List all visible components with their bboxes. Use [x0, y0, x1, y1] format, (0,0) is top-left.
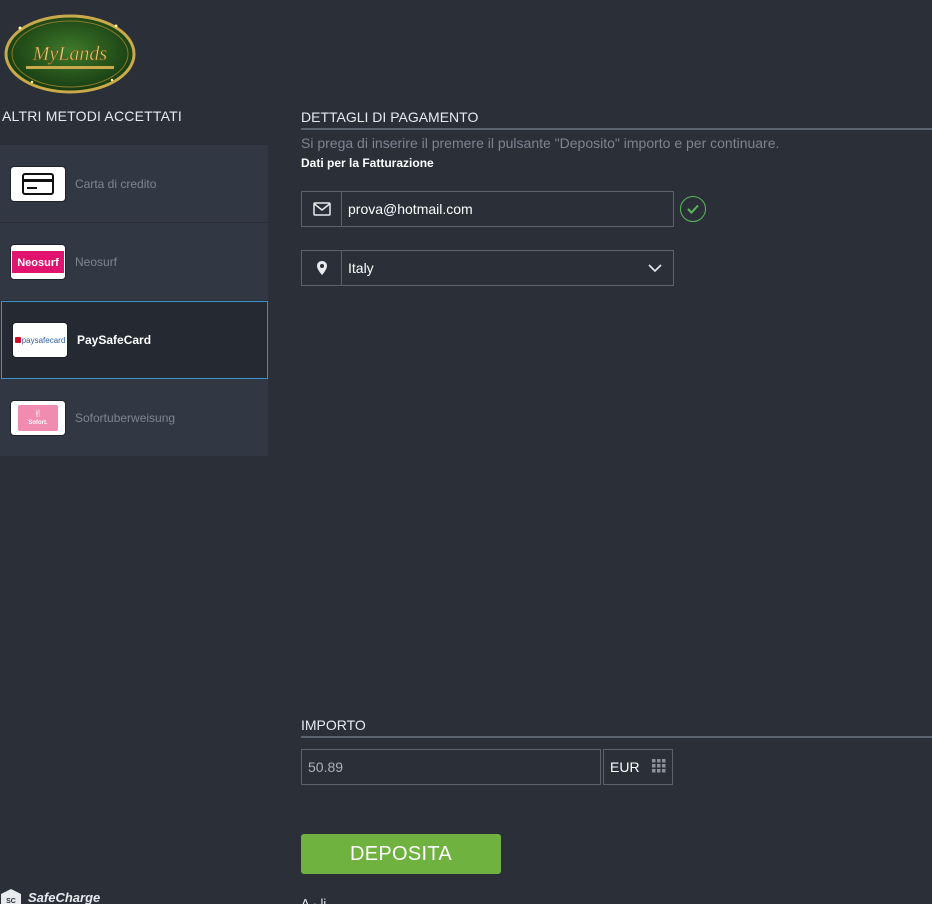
payment-methods-list: Carta di credito Neosurf Neosurf paysafe…	[0, 145, 268, 457]
method-credit-card[interactable]: Carta di credito	[0, 145, 268, 223]
other-methods-title: ALTRI METODI ACCETTATI	[2, 108, 182, 124]
credit-card-icon	[10, 165, 66, 202]
method-neosurf[interactable]: Neosurf Neosurf	[0, 223, 268, 301]
neosurf-logo: Neosurf	[10, 243, 66, 280]
billing-label: Dati per la Fatturazione	[301, 156, 434, 170]
sofort-logo: ✌ Sofort.	[10, 399, 66, 436]
svg-text:MyLands: MyLands	[32, 43, 108, 65]
partial-text: A · li	[301, 896, 327, 904]
chevron-down-icon[interactable]	[637, 264, 673, 272]
method-sofort[interactable]: ✌ Sofort. Sofortuberweisung	[0, 379, 268, 457]
method-label: Carta di credito	[75, 176, 157, 191]
mylands-logo: MyLands	[2, 8, 138, 94]
paysafecard-logo: paysafecard	[12, 322, 68, 358]
payment-details-title: DETTAGLI DI PAGAMENTO	[301, 109, 479, 125]
amount-title: IMPORTO	[301, 717, 366, 733]
deposit-button[interactable]: DEPOSITA	[301, 834, 501, 874]
safecharge-brand: SafeCharge	[28, 889, 101, 904]
payment-hint: Si prega di inserire il premere il pulsa…	[301, 135, 780, 151]
divider	[301, 736, 932, 738]
method-label: Neosurf	[75, 254, 118, 269]
currency-select[interactable]: EUR	[603, 749, 673, 785]
method-label: PaySafeCard	[77, 333, 152, 347]
safecharge-mark-icon: SC	[1, 889, 21, 904]
country-select[interactable]: Italy	[301, 250, 674, 286]
email-field[interactable]: prova@hotmail.com	[301, 191, 674, 227]
svg-text:SC: SC	[6, 898, 16, 904]
amount-input[interactable]: 50.89	[301, 749, 601, 785]
check-icon	[680, 196, 706, 222]
grid-icon	[652, 758, 666, 776]
method-label: Sofortuberweisung	[75, 410, 176, 425]
method-paysafecard[interactable]: paysafecard PaySafeCard	[1, 301, 268, 379]
envelope-icon	[302, 192, 342, 226]
safecharge-logo: SC SafeCharge	[0, 888, 100, 904]
divider	[301, 128, 932, 130]
country-value: Italy	[348, 260, 374, 276]
currency-value: EUR	[610, 759, 640, 775]
map-pin-icon	[302, 251, 342, 285]
email-value[interactable]: prova@hotmail.com	[342, 201, 673, 217]
